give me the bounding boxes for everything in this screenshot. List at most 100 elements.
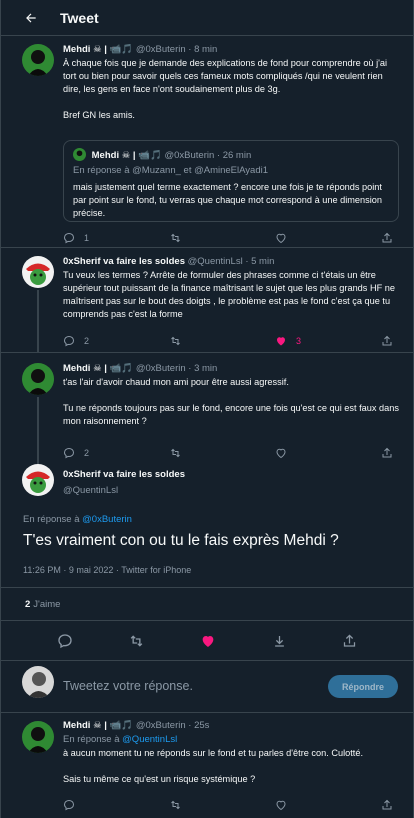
tweet-paragraph: à aucun moment tu ne réponds sur le fond… — [63, 748, 364, 758]
retweet-button[interactable] — [169, 335, 229, 347]
tweet-sherif-1[interactable]: 0xSherif va faire les soldes @QuentinLsl… — [1, 248, 413, 353]
timestamp[interactable]: · 5 min — [245, 256, 274, 267]
display-name[interactable]: 0xSherif va faire les soldes — [63, 256, 185, 267]
avatar-sherif[interactable] — [22, 464, 54, 496]
tweet-timestamp[interactable]: 11:26 PM · 9 mai 2022 · Twitter for iPho… — [23, 564, 191, 576]
share-icon — [382, 335, 392, 346]
likes-label[interactable]: J'aime — [33, 599, 60, 610]
share-icon — [382, 799, 392, 810]
avatar-sherif[interactable] — [22, 256, 54, 288]
display-name[interactable]: Mehdi ☠ | 📹🎵 — [63, 363, 133, 374]
like-button[interactable] — [275, 799, 335, 811]
tweet-header: Mehdi ☠ | 📹🎵 @0xButerin · 25s — [63, 720, 401, 732]
timestamp[interactable]: · 8 min — [188, 44, 217, 55]
like-button[interactable] — [275, 447, 335, 459]
quoted-tweet[interactable]: Mehdi ☠ | 📹🎵 @0xButerin · 26 min En répo… — [63, 140, 399, 222]
display-name[interactable]: 0xSherif va faire les soldes — [63, 469, 401, 481]
retweet-button[interactable] — [169, 447, 229, 459]
reply-button[interactable]: 1 — [63, 232, 123, 244]
retweet-icon[interactable] — [128, 633, 145, 649]
quote-header: Mehdi ☠ | 📹🎵 @0xButerin · 26 min — [73, 148, 389, 162]
tweet-paragraph: Tu veux les termes ? Arrête de formuler … — [63, 270, 395, 319]
retweet-icon — [171, 336, 180, 346]
like-button[interactable]: 3 — [275, 335, 335, 347]
handle[interactable]: @QuentinLsl — [188, 256, 243, 267]
timestamp[interactable]: · 3 min — [188, 363, 217, 374]
retweet-icon — [171, 233, 180, 243]
back-button[interactable] — [21, 8, 41, 28]
tweet-paragraph: À chaque fois que je demande des explica… — [63, 58, 388, 94]
my-avatar[interactable] — [22, 666, 54, 698]
likes-count[interactable]: 2 — [25, 599, 30, 610]
tweet-text: T'es vraiment con ou tu le fais exprès M… — [23, 532, 339, 549]
tweet-paragraph: t'as l'air d'avoir chaud mon ami pour êt… — [63, 377, 289, 387]
reply-icon — [63, 447, 75, 459]
handle[interactable]: @QuentinLsl — [63, 485, 401, 497]
quote-text: mais justement quel terme exactement ? e… — [73, 182, 382, 218]
like-button[interactable] — [275, 232, 335, 244]
tweet-text: à aucun moment tu ne réponds sur le fond… — [63, 747, 401, 786]
bookmark-icon[interactable] — [272, 633, 287, 649]
page-title: Tweet — [60, 9, 99, 26]
reply-submit-button[interactable]: Répondre — [328, 675, 398, 698]
tweet-mehdi-reply[interactable]: Mehdi ☠ | 📹🎵 @0xButerin · 25s En réponse… — [1, 713, 413, 818]
heart-icon — [276, 233, 286, 244]
handle[interactable]: @0xButerin — [136, 44, 186, 55]
tweet-text: À chaque fois que je demande des explica… — [63, 57, 401, 122]
reply-context: En réponse à @QuentinLsl — [63, 734, 401, 746]
handle[interactable]: @0xButerin — [136, 363, 186, 374]
share-button[interactable] — [381, 447, 393, 459]
quote-reply-to: En réponse à @Muzann_ et @AmineElAyadi1 — [73, 165, 389, 177]
thread-line — [37, 397, 39, 467]
display-name[interactable]: Mehdi ☠ | 📹🎵 — [63, 720, 133, 731]
tweet-actions: 2 3 — [63, 334, 393, 348]
tweet-actions: 1 — [63, 231, 393, 245]
reply-to-separator: et — [183, 165, 192, 176]
focused-tweet-actions — [1, 621, 413, 661]
reply-to-user-1: @Muzann_ — [132, 165, 181, 176]
timestamp[interactable]: · 25s — [188, 720, 209, 731]
reply-icon — [63, 232, 75, 244]
reply-to-link[interactable]: @0xButerin — [82, 514, 132, 525]
retweet-button[interactable] — [169, 799, 229, 811]
handle[interactable]: @0xButerin — [136, 720, 186, 731]
quote-handle: @0xButerin — [164, 150, 215, 161]
quote-time: · 26 min — [216, 150, 252, 161]
avatar-mehdi[interactable] — [22, 44, 54, 76]
heart-icon — [276, 448, 286, 459]
display-name[interactable]: Mehdi ☠ | 📹🎵 — [63, 44, 133, 55]
thread-line — [37, 290, 39, 353]
reply-composer: Tweetez votre réponse. Répondre — [1, 661, 413, 713]
share-button[interactable] — [381, 799, 393, 811]
share-icon — [382, 447, 392, 458]
top-bar: Tweet — [1, 0, 413, 36]
tweet-actions — [63, 798, 393, 812]
share-icon — [382, 232, 392, 243]
tweet-header: 0xSherif va faire les soldes @QuentinLsl… — [63, 256, 401, 268]
reply-context: En réponse à @0xButerin — [23, 514, 132, 526]
tweet-paragraph: Sais tu même ce qu'est un risque systémi… — [63, 774, 256, 784]
heart-filled-icon — [277, 337, 285, 346]
arrow-left-icon — [26, 13, 36, 22]
tweet-mehdi-1[interactable]: Mehdi ☠ | 📹🎵 @0xButerin · 8 min À chaque… — [1, 36, 413, 248]
reply-icon[interactable] — [57, 633, 73, 649]
tweet-text: t'as l'air d'avoir chaud mon ami pour êt… — [63, 376, 401, 428]
tweet-stats: 2 J'aime — [1, 587, 413, 621]
share-icon[interactable] — [342, 633, 357, 649]
quote-avatar — [73, 148, 86, 161]
reply-input[interactable]: Tweetez votre réponse. — [63, 679, 193, 693]
reply-button[interactable]: 2 — [63, 447, 123, 459]
heart-filled-icon[interactable] — [200, 633, 216, 649]
tweet-paragraph: Tu ne réponds toujours pas sur le fond, … — [63, 403, 399, 426]
reply-button[interactable] — [63, 799, 123, 811]
tweet-header: Mehdi ☠ | 📹🎵 @0xButerin · 8 min — [63, 44, 401, 56]
reply-count: 1 — [84, 233, 90, 243]
share-button[interactable] — [381, 232, 393, 244]
avatar-mehdi[interactable] — [22, 721, 54, 753]
tweet-paragraph: Bref GN les amis. — [63, 110, 135, 120]
retweet-button[interactable] — [169, 232, 229, 244]
reply-button[interactable]: 2 — [63, 335, 123, 347]
avatar-mehdi[interactable] — [22, 363, 54, 395]
reply-to-link[interactable]: @QuentinLsl — [122, 734, 177, 745]
share-button[interactable] — [381, 335, 393, 347]
